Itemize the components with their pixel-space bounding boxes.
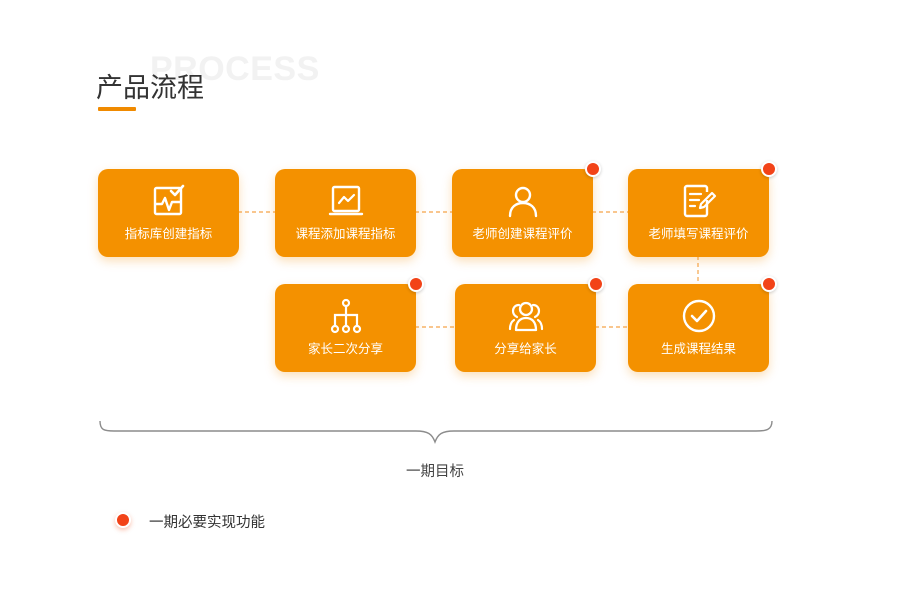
step-card-1[interactable]: 指标库创建指标 bbox=[98, 169, 239, 257]
step-label: 老师填写课程评价 bbox=[648, 226, 749, 241]
legend-required-dot bbox=[115, 512, 131, 528]
step-card-7[interactable]: 生成课程结果 bbox=[628, 276, 777, 372]
chart-check-icon bbox=[153, 184, 184, 216]
presentation-chart-icon bbox=[328, 185, 363, 216]
document-edit-icon bbox=[683, 184, 716, 218]
phase-label: 一期目标 bbox=[406, 464, 464, 480]
required-indicator bbox=[585, 161, 601, 177]
user-icon bbox=[508, 186, 537, 218]
tree-share-icon bbox=[330, 298, 361, 334]
step-card-2[interactable]: 课程添加课程指标 bbox=[275, 169, 416, 257]
phase-brace bbox=[99, 420, 773, 444]
step-card-6[interactable]: 分享给家长 bbox=[455, 276, 604, 372]
step-label: 指标库创建指标 bbox=[124, 226, 213, 241]
legend-text: 一期必要实现功能 bbox=[149, 515, 265, 531]
step-card-3[interactable]: 老师创建课程评价 bbox=[452, 161, 601, 257]
step-label: 家长二次分享 bbox=[307, 341, 383, 356]
step-label: 老师创建课程评价 bbox=[472, 226, 573, 241]
required-indicator bbox=[761, 276, 777, 292]
check-circle-icon bbox=[682, 299, 715, 333]
required-indicator bbox=[761, 161, 777, 177]
required-indicator bbox=[408, 276, 424, 292]
step-label: 生成课程结果 bbox=[660, 341, 736, 356]
group-icon bbox=[508, 301, 543, 332]
required-indicator bbox=[588, 276, 604, 292]
step-label: 课程添加课程指标 bbox=[295, 226, 396, 241]
step-label: 分享给家长 bbox=[494, 341, 557, 356]
step-card-5[interactable]: 家长二次分享 bbox=[275, 276, 424, 372]
step-card-4[interactable]: 老师填写课程评价 bbox=[628, 161, 777, 257]
